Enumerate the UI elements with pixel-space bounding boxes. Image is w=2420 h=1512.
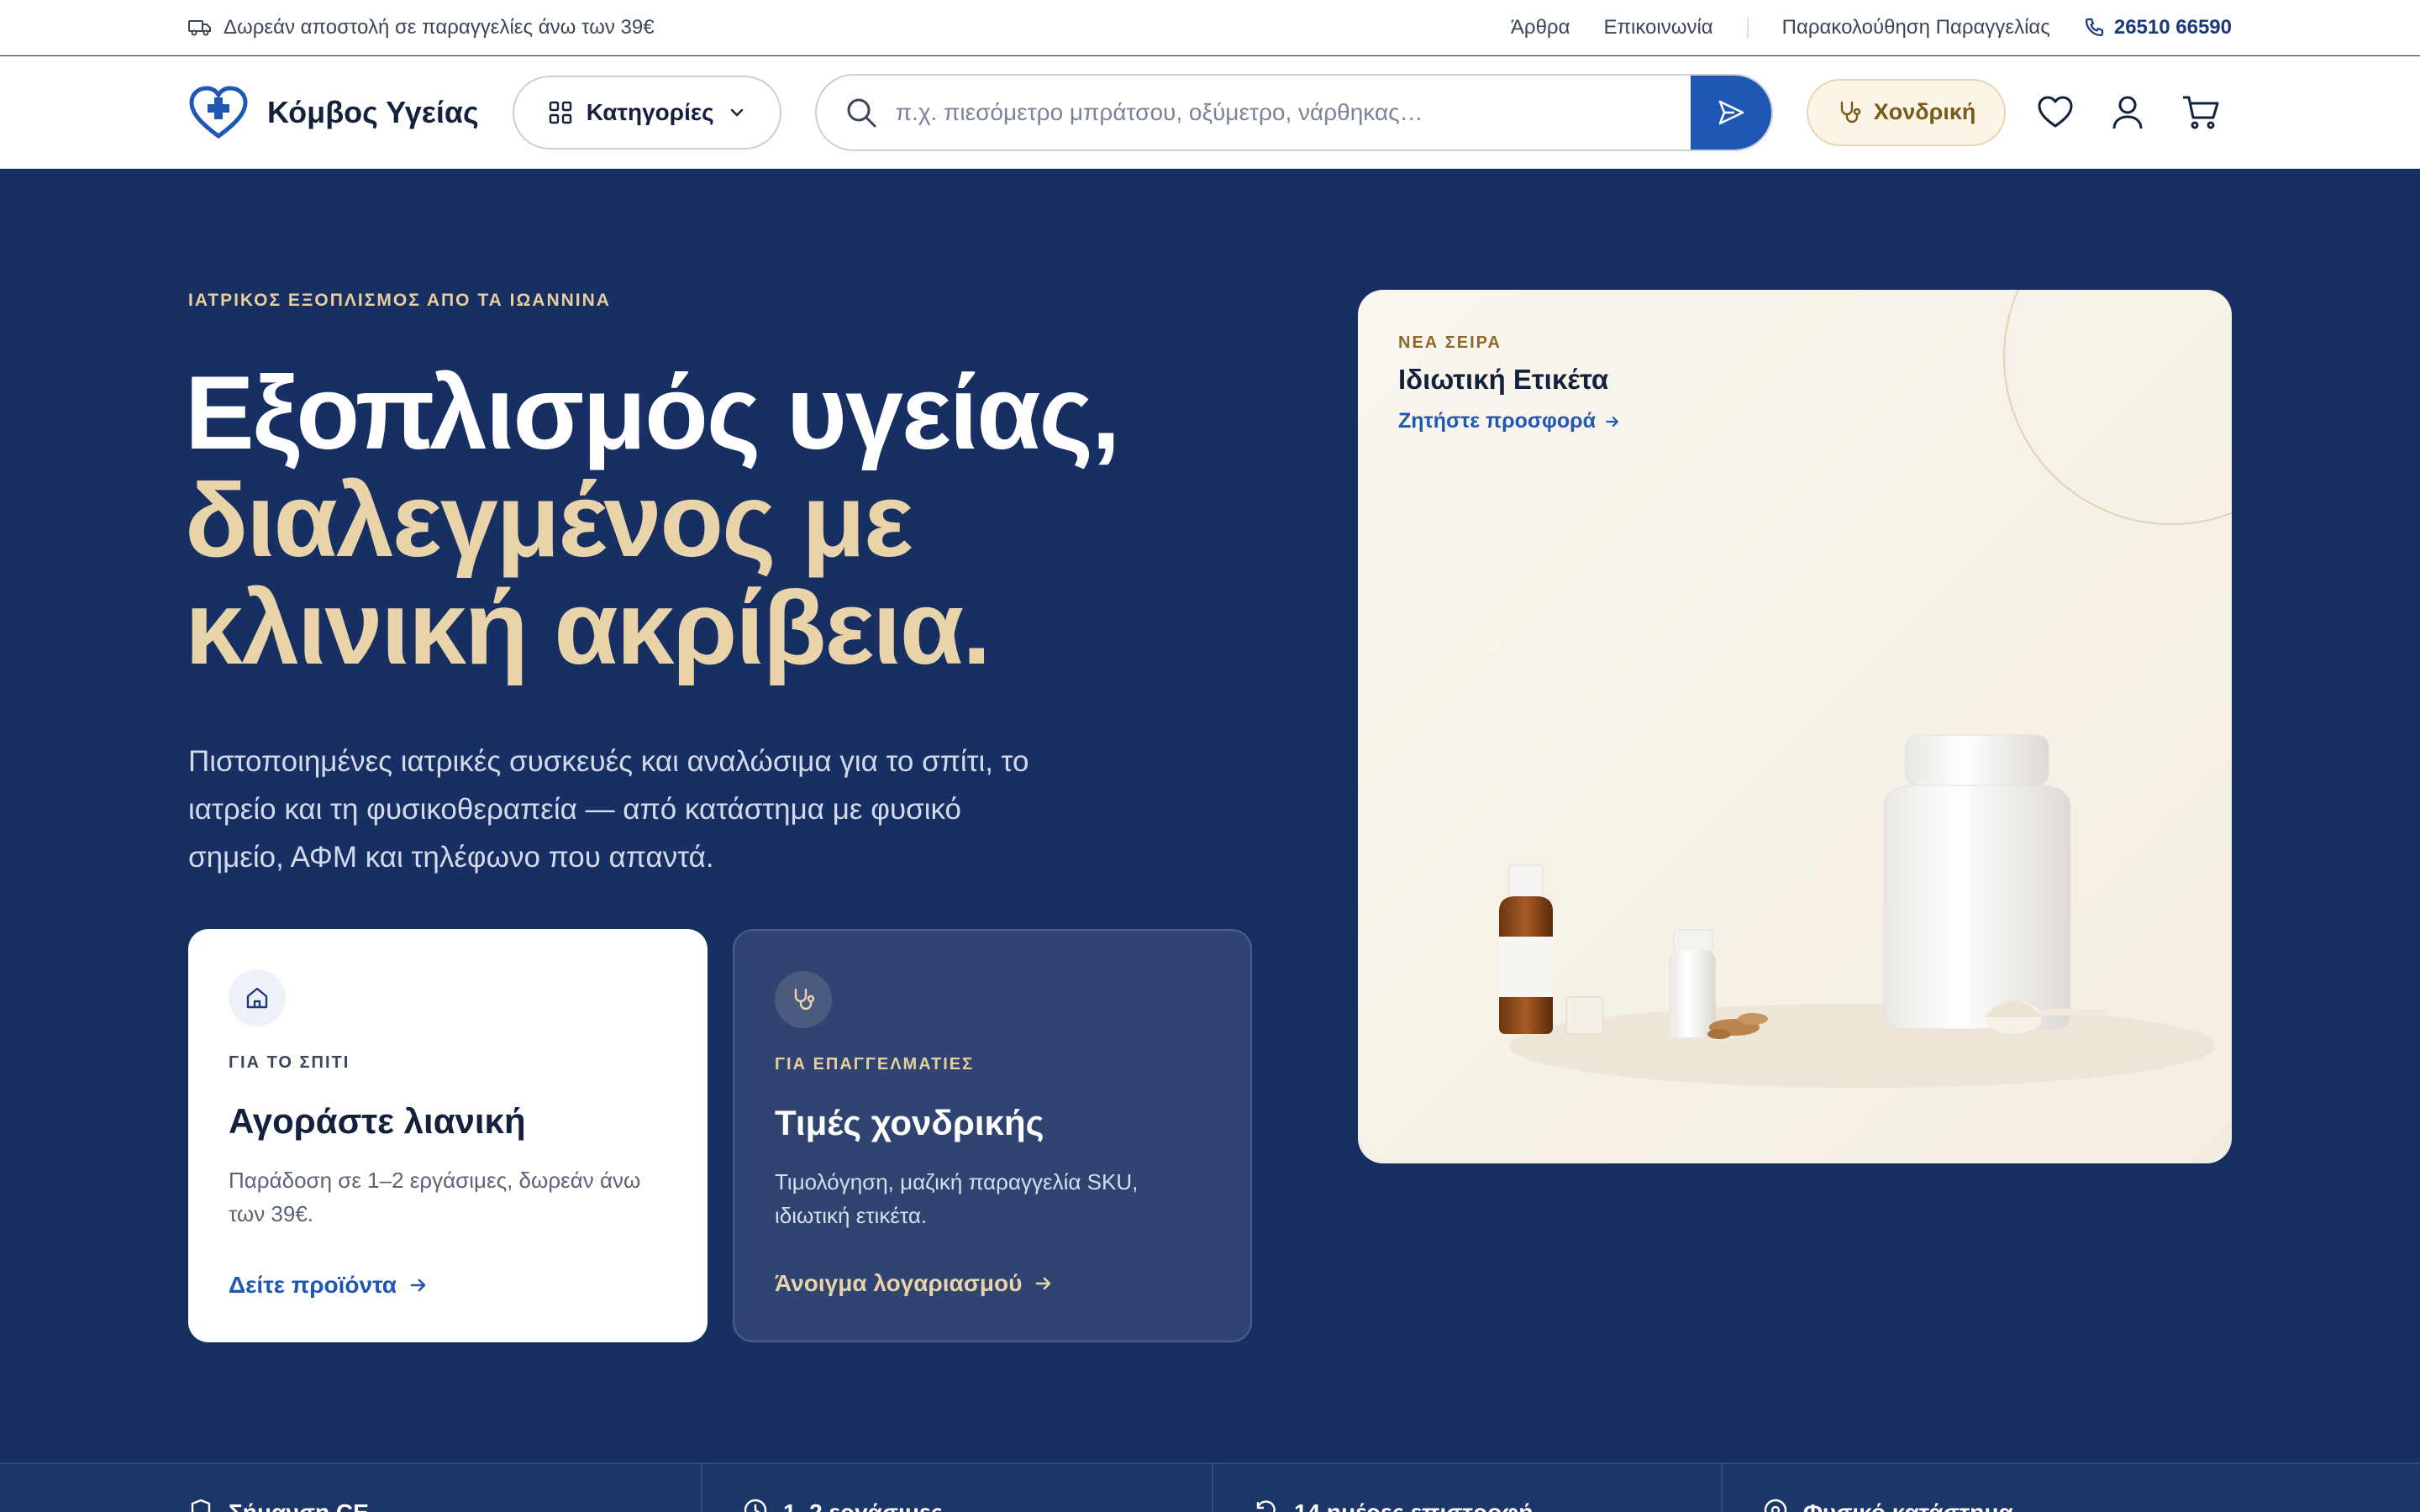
feature-strip: Σήμανση CE 1–2 εργάσιμες 14 ημέρες επιστ… xyxy=(0,1462,2420,1512)
wholesale-title: Τιμές χονδρικής xyxy=(775,1103,1044,1142)
hero-lead: Πιστοποιημένες ιατρικές συσκευές και ανα… xyxy=(188,745,1029,874)
shield-icon xyxy=(188,1498,213,1512)
feature-delivery: 1–2 εργάσιμες xyxy=(743,1464,943,1512)
wholesale-label: Χονδρική xyxy=(1873,99,1976,124)
open-account-link[interactable]: Άνοιγμα λογαριασμού xyxy=(775,1270,1054,1297)
chevron-down-icon xyxy=(728,103,746,122)
clock-icon xyxy=(743,1498,768,1512)
retail-title: Αγοράστε λιανική xyxy=(229,1101,526,1141)
feature-store-label: Φυσικό κατάστημα xyxy=(1803,1499,2013,1512)
divider xyxy=(1746,16,1749,39)
heart-icon[interactable] xyxy=(2037,96,2074,129)
feature-store: Φυσικό κατάστημα xyxy=(1763,1464,2013,1512)
cart-icon[interactable] xyxy=(2181,95,2220,130)
view-products-label: Δείτε προϊόντα xyxy=(229,1272,397,1298)
hero-eyebrow: ΙΑΤΡΙΚΟΣ ΕΞΟΠΛΙΣΜΟΣ ΑΠΟ ΤΑ ΙΩΑΝΝΙΝΑ xyxy=(188,291,611,310)
retail-tag: ΓΙΑ ΤΟ ΣΠΙΤΙ xyxy=(229,1053,350,1072)
categories-button[interactable]: Κατηγορίες xyxy=(512,75,781,150)
wholesale-description: Τιμολόγηση, μαζική παραγγελία SKU, ιδιωτ… xyxy=(775,1169,1139,1228)
search-icon xyxy=(845,97,877,129)
truck-icon xyxy=(188,18,212,37)
wholesale-button[interactable]: Χονδρική xyxy=(1806,78,2007,146)
hero-title: Εξοπλισμός υγείας, διαλεγμένος με κλινικ… xyxy=(185,360,1277,682)
stethoscope-icon xyxy=(775,971,832,1028)
retail-card[interactable]: ΓΙΑ ΤΟ ΣΠΙΤΙ Αγοράστε λιανική Παράδοση σ… xyxy=(188,929,708,1342)
top-strip: Δωρεάν αποστολή σε παραγγελίες άνω των 3… xyxy=(0,0,2420,55)
private-label-promo[interactable]: ΝΕΑ ΣΕΙΡΑ Ιδιωτική Ετικέτα Ζητήστε προσφ… xyxy=(1358,290,2232,1163)
shipping-text: Δωρεάν αποστολή σε παραγγελίες άνω των 3… xyxy=(224,15,655,39)
home-icon xyxy=(229,969,286,1026)
contact-link[interactable]: Επικοινωνία xyxy=(1603,16,1712,39)
feature-ce-label: Σήμανση CE xyxy=(229,1499,369,1512)
search-bar xyxy=(814,73,1773,151)
feature-ce: Σήμανση CE xyxy=(188,1464,369,1512)
arrow-right-icon xyxy=(1034,1273,1054,1294)
wholesale-tag: ΓΙΑ ΕΠΑΓΓΕΛΜΑΤΙΕΣ xyxy=(775,1055,975,1074)
hero-title-line2: διαλεγμένος με xyxy=(185,463,913,579)
grid-icon xyxy=(548,100,573,125)
product-bottles-image xyxy=(1499,734,2215,1088)
retail-description: Παράδοση σε 1–2 εργάσιμες, δωρεάν άνω τω… xyxy=(229,1168,641,1226)
stethoscope-icon xyxy=(1837,100,1862,125)
brand-logo[interactable]: Κόμβος Υγείας xyxy=(188,85,479,139)
divider xyxy=(701,1464,702,1512)
phone-icon xyxy=(2084,18,2104,38)
categories-label: Κατηγορίες xyxy=(586,98,714,125)
search-input[interactable] xyxy=(895,98,1691,126)
feature-delivery-label: 1–2 εργάσιμες xyxy=(783,1499,943,1512)
feature-returns-label: 14 ημέρες επιστροφή xyxy=(1294,1499,1533,1512)
return-icon xyxy=(1254,1498,1279,1512)
articles-link[interactable]: Άρθρα xyxy=(1511,16,1570,39)
open-account-label: Άνοιγμα λογαριασμού xyxy=(775,1270,1023,1296)
shipping-notice: Δωρεάν αποστολή σε παραγγελίες άνω των 3… xyxy=(188,16,655,39)
arrow-right-icon xyxy=(408,1275,429,1295)
phone-number: 26510 66590 xyxy=(2113,15,2232,39)
brand-name: Κόμβος Υγείας xyxy=(267,94,479,129)
send-icon xyxy=(1717,98,1745,127)
view-products-link[interactable]: Δείτε προϊόντα xyxy=(229,1272,429,1299)
hero-title-line3: κλινική ακρίβεια. xyxy=(185,570,992,686)
divider xyxy=(1721,1464,1723,1512)
search-submit-button[interactable] xyxy=(1690,75,1771,150)
location-pin-icon xyxy=(1763,1498,1788,1512)
heart-cross-logo-icon xyxy=(188,85,249,139)
phone-link[interactable]: 26510 66590 xyxy=(2084,16,2232,39)
wholesale-card[interactable]: ΓΙΑ ΕΠΑΓΓΕΛΜΑΤΙΕΣ Τιμές χονδρικής Τιμολό… xyxy=(733,929,1252,1342)
feature-returns: 14 ημέρες επιστροφή xyxy=(1254,1464,1533,1512)
order-tracking-link[interactable]: Παρακολούθηση Παραγγελίας xyxy=(1782,16,2050,39)
divider xyxy=(1212,1464,1213,1512)
hero-title-line1: Εξοπλισμός υγείας, xyxy=(185,355,1120,471)
user-icon[interactable] xyxy=(2111,95,2144,130)
main-header: Κόμβος Υγείας Κατηγορίες Χονδρική xyxy=(0,56,2420,169)
